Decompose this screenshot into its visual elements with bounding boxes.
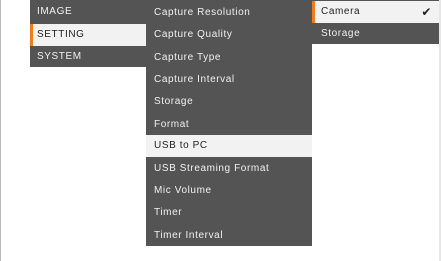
setting-item-usb-streaming-format[interactable]: USB Streaming Format: [146, 158, 312, 180]
setting-item-capture-interval[interactable]: Capture Interval: [146, 69, 312, 91]
setting-submenu: Capture Resolution Capture Quality Captu…: [146, 0, 312, 246]
main-menu-item-system[interactable]: SYSTEM: [30, 46, 146, 68]
option-storage[interactable]: Storage: [312, 23, 439, 45]
setting-item-capture-quality[interactable]: Capture Quality: [146, 24, 312, 46]
check-icon: ✔: [421, 5, 432, 19]
setting-item-timer[interactable]: Timer: [146, 202, 312, 224]
frame-left-border: [0, 0, 1, 261]
option-camera[interactable]: Camera ✔: [312, 1, 439, 23]
usb-to-pc-options: Camera ✔ Storage: [312, 0, 439, 44]
option-camera-label: Camera: [321, 6, 361, 17]
setting-item-storage[interactable]: Storage: [146, 91, 312, 113]
setting-item-capture-type[interactable]: Capture Type: [146, 47, 312, 69]
main-menu-item-image[interactable]: IMAGE: [30, 1, 146, 23]
main-menu: IMAGE SETTING SYSTEM: [30, 0, 146, 67]
setting-item-format[interactable]: Format: [146, 114, 312, 136]
setting-item-mic-volume[interactable]: Mic Volume: [146, 180, 312, 202]
setting-item-timer-interval[interactable]: Timer Interval: [146, 225, 312, 247]
main-menu-item-setting[interactable]: SETTING: [30, 24, 146, 46]
setting-item-capture-resolution[interactable]: Capture Resolution: [146, 2, 312, 24]
setting-item-usb-to-pc[interactable]: USB to PC: [146, 135, 312, 157]
